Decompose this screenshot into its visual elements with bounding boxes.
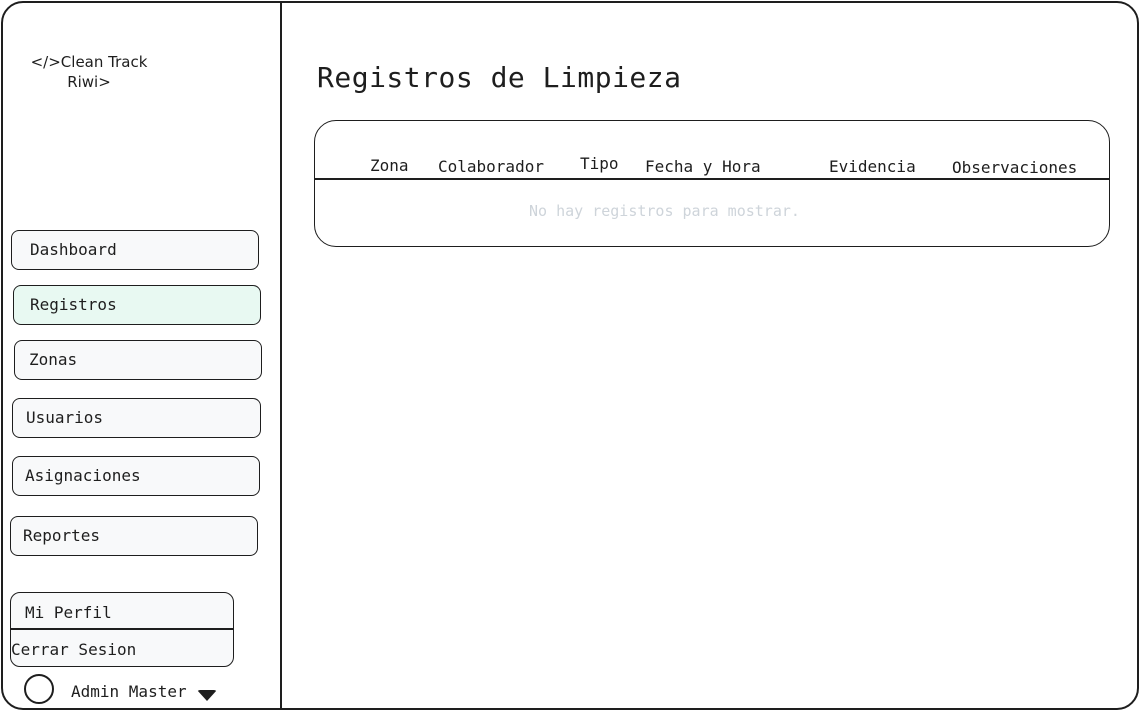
my-profile-link[interactable]: Mi Perfil xyxy=(25,603,112,623)
empty-state-message: No hay registros para mostrar. xyxy=(529,202,800,220)
column-header-evidencia[interactable]: Evidencia xyxy=(829,157,916,177)
sidebar-divider xyxy=(280,2,282,710)
table-header-divider xyxy=(314,178,1109,180)
sidebar-item-label: Registros xyxy=(30,295,117,314)
sidebar-item-usuarios[interactable]: Usuarios xyxy=(12,398,261,438)
sidebar-item-registros[interactable]: Registros xyxy=(13,285,261,325)
app-logo: </>Clean Track Riwi> xyxy=(14,52,164,92)
sidebar-item-label: Reportes xyxy=(23,526,101,545)
sidebar-item-label: Usuarios xyxy=(26,408,104,427)
profile-menu-divider xyxy=(11,628,233,630)
column-header-zona[interactable]: Zona xyxy=(370,156,409,176)
sidebar-item-label: Asignaciones xyxy=(25,466,141,485)
sidebar-item-label: Zonas xyxy=(29,350,78,369)
column-header-observaciones[interactable]: Observaciones xyxy=(952,158,1077,178)
avatar[interactable] xyxy=(24,674,54,704)
records-table xyxy=(314,120,1110,247)
column-header-fecha-hora[interactable]: Fecha y Hora xyxy=(645,157,761,177)
page-title: Registros de Limpieza xyxy=(317,61,682,94)
sidebar-item-reportes[interactable]: Reportes xyxy=(10,516,258,556)
sidebar-item-label: Dashboard xyxy=(30,240,117,259)
column-header-colaborador[interactable]: Colaborador xyxy=(438,157,544,177)
sidebar-item-dashboard[interactable]: Dashboard xyxy=(11,230,259,270)
logout-link[interactable]: Cerrar Sesion xyxy=(11,640,136,660)
logo-line-1: </>Clean Track xyxy=(30,53,148,71)
column-header-tipo[interactable]: Tipo xyxy=(580,154,619,174)
logo-line-2: Riwi> xyxy=(67,73,111,91)
chevron-down-icon[interactable] xyxy=(197,690,217,701)
sidebar-item-asignaciones[interactable]: Asignaciones xyxy=(12,456,260,496)
sidebar-item-zonas[interactable]: Zonas xyxy=(14,340,262,380)
user-name: Admin Master xyxy=(71,682,187,701)
